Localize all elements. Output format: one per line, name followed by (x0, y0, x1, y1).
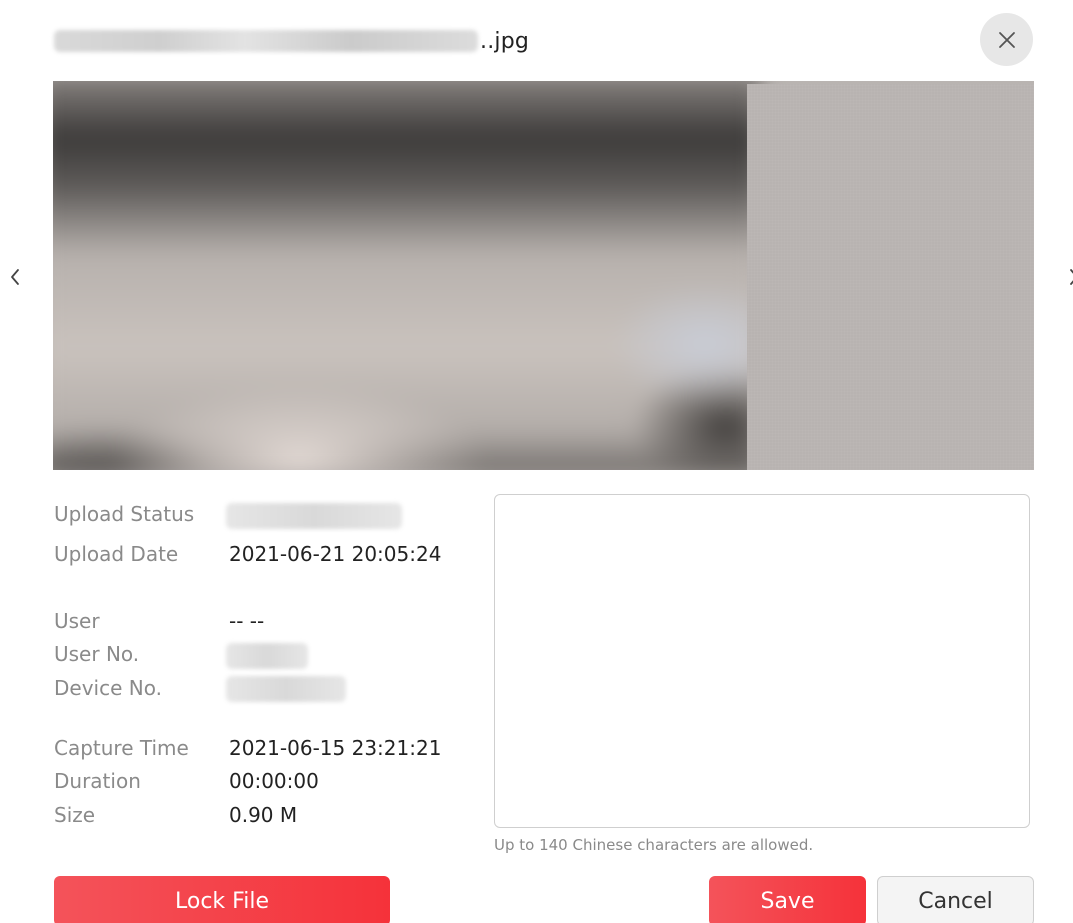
upload-date-label: Upload Date (54, 542, 179, 566)
user-label: User (54, 609, 100, 633)
device-no-value-redacted (226, 676, 346, 702)
upload-status-label: Upload Status (54, 502, 195, 526)
dialog-title: ..jpg (54, 24, 529, 58)
device-no-label: Device No. (54, 676, 162, 700)
filename-extension: ..jpg (480, 28, 530, 54)
upload-status-value-redacted (226, 503, 402, 529)
duration-label: Duration (54, 769, 141, 793)
chevron-left-icon (11, 269, 19, 285)
upload-date-value: 2021-06-21 20:05:24 (229, 542, 442, 566)
user-no-label: User No. (54, 642, 140, 666)
filename-redacted (54, 30, 478, 52)
image-preview (53, 81, 1034, 470)
previous-button[interactable] (6, 262, 24, 292)
chevron-right-icon (1069, 269, 1073, 285)
image-preview-blurred (53, 81, 761, 470)
file-detail-dialog: ..jpg Upload Status Upload Date 2021-06-… (0, 0, 1073, 923)
user-no-value-redacted (226, 643, 308, 669)
image-preview-background (747, 84, 1034, 470)
close-button[interactable] (980, 13, 1033, 66)
duration-value: 00:00:00 (229, 769, 319, 793)
capture-time-label: Capture Time (54, 736, 189, 760)
size-label: Size (54, 803, 96, 827)
user-value: -- -- (229, 609, 265, 633)
cancel-button[interactable]: Cancel (877, 876, 1034, 923)
remarks-hint: Up to 140 Chinese characters are allowed… (494, 836, 814, 854)
close-icon (998, 31, 1015, 48)
next-button[interactable] (1064, 262, 1073, 292)
size-value: 0.90 M (229, 803, 298, 827)
remarks-textarea[interactable] (494, 494, 1030, 828)
capture-time-value: 2021-06-15 23:21:21 (229, 736, 442, 760)
save-button[interactable]: Save (709, 876, 866, 923)
lock-file-button[interactable]: Lock File (54, 876, 390, 923)
